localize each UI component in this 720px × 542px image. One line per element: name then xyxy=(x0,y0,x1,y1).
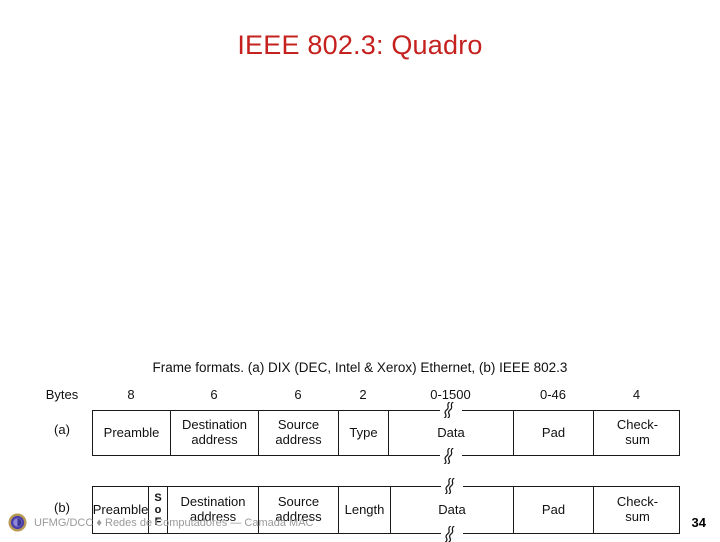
break-mark-top xyxy=(440,402,462,418)
byte-count-4: 0-1500 xyxy=(430,387,471,402)
frame-field-checksum: Check-sum xyxy=(594,411,681,455)
byte-count-5: 0-46 xyxy=(539,387,567,402)
byte-count-1: 6 xyxy=(210,387,218,402)
frame-field-pad: Pad xyxy=(514,411,594,455)
byte-count-3: 2 xyxy=(359,387,367,402)
frame-field-data: Data xyxy=(389,402,514,464)
frame-field-line: Type xyxy=(349,424,378,440)
frame-field-label: Destination address xyxy=(182,418,247,447)
row-a-label: (a) xyxy=(54,422,70,437)
byte-count-2: 6 xyxy=(294,387,302,402)
dix-ethernet-frame-row: Preamble Destination address Source address T… xyxy=(92,402,681,464)
footer-text: UFMG/DCC ♦ Redes de Computadores — Camad… xyxy=(34,517,314,529)
frame-field-line: Source xyxy=(277,417,320,433)
frame-field-label: Pad xyxy=(541,424,566,441)
figure-caption: Frame formats. (a) DIX (DEC, Intel & Xer… xyxy=(152,360,568,375)
frame-field-label: Check-sum xyxy=(617,418,658,447)
frame-field-line: Check- xyxy=(616,417,659,433)
frame-field-line: Destination xyxy=(181,417,248,433)
frame-field-label: Type xyxy=(349,424,378,441)
break-mark-bottom xyxy=(440,448,462,464)
frame-field-line: S xyxy=(154,491,162,504)
frame-field-line: sum xyxy=(625,432,650,447)
break-mark-top xyxy=(441,478,463,494)
slide-footer: UFMG/DCC ♦ Redes de Computadores — Camad… xyxy=(0,506,720,540)
frame-field-line: Data xyxy=(437,424,465,440)
page-title: IEEE 802.3: Quadro xyxy=(237,30,483,60)
frame-field-line: address xyxy=(191,432,238,447)
frame-field-source-address: Source address xyxy=(259,411,339,455)
university-seal-icon xyxy=(8,513,27,532)
frame-format-diagram: Bytes (a) (b) 8 6 6 2 0-1500 0-46 4 Preamble De… xyxy=(0,190,720,542)
frame-field-preamble: Preamble xyxy=(93,411,171,455)
byte-count-0: 8 xyxy=(127,387,135,402)
byte-count-6: 4 xyxy=(632,387,641,402)
frame-field-label: Source address xyxy=(275,418,321,447)
frame-field-line: Preamble xyxy=(103,424,160,440)
frame-field-type: Type xyxy=(339,411,389,455)
frame-field-label: Preamble xyxy=(103,424,160,441)
frame-field-label: Data xyxy=(437,424,465,441)
frame-field-destination-address: Destination address xyxy=(171,411,259,455)
frame-field-line: address xyxy=(275,432,322,447)
frame-field-line: Pad xyxy=(541,424,566,440)
page-number: 34 xyxy=(691,515,706,530)
bytes-header-label: Bytes xyxy=(45,387,79,402)
